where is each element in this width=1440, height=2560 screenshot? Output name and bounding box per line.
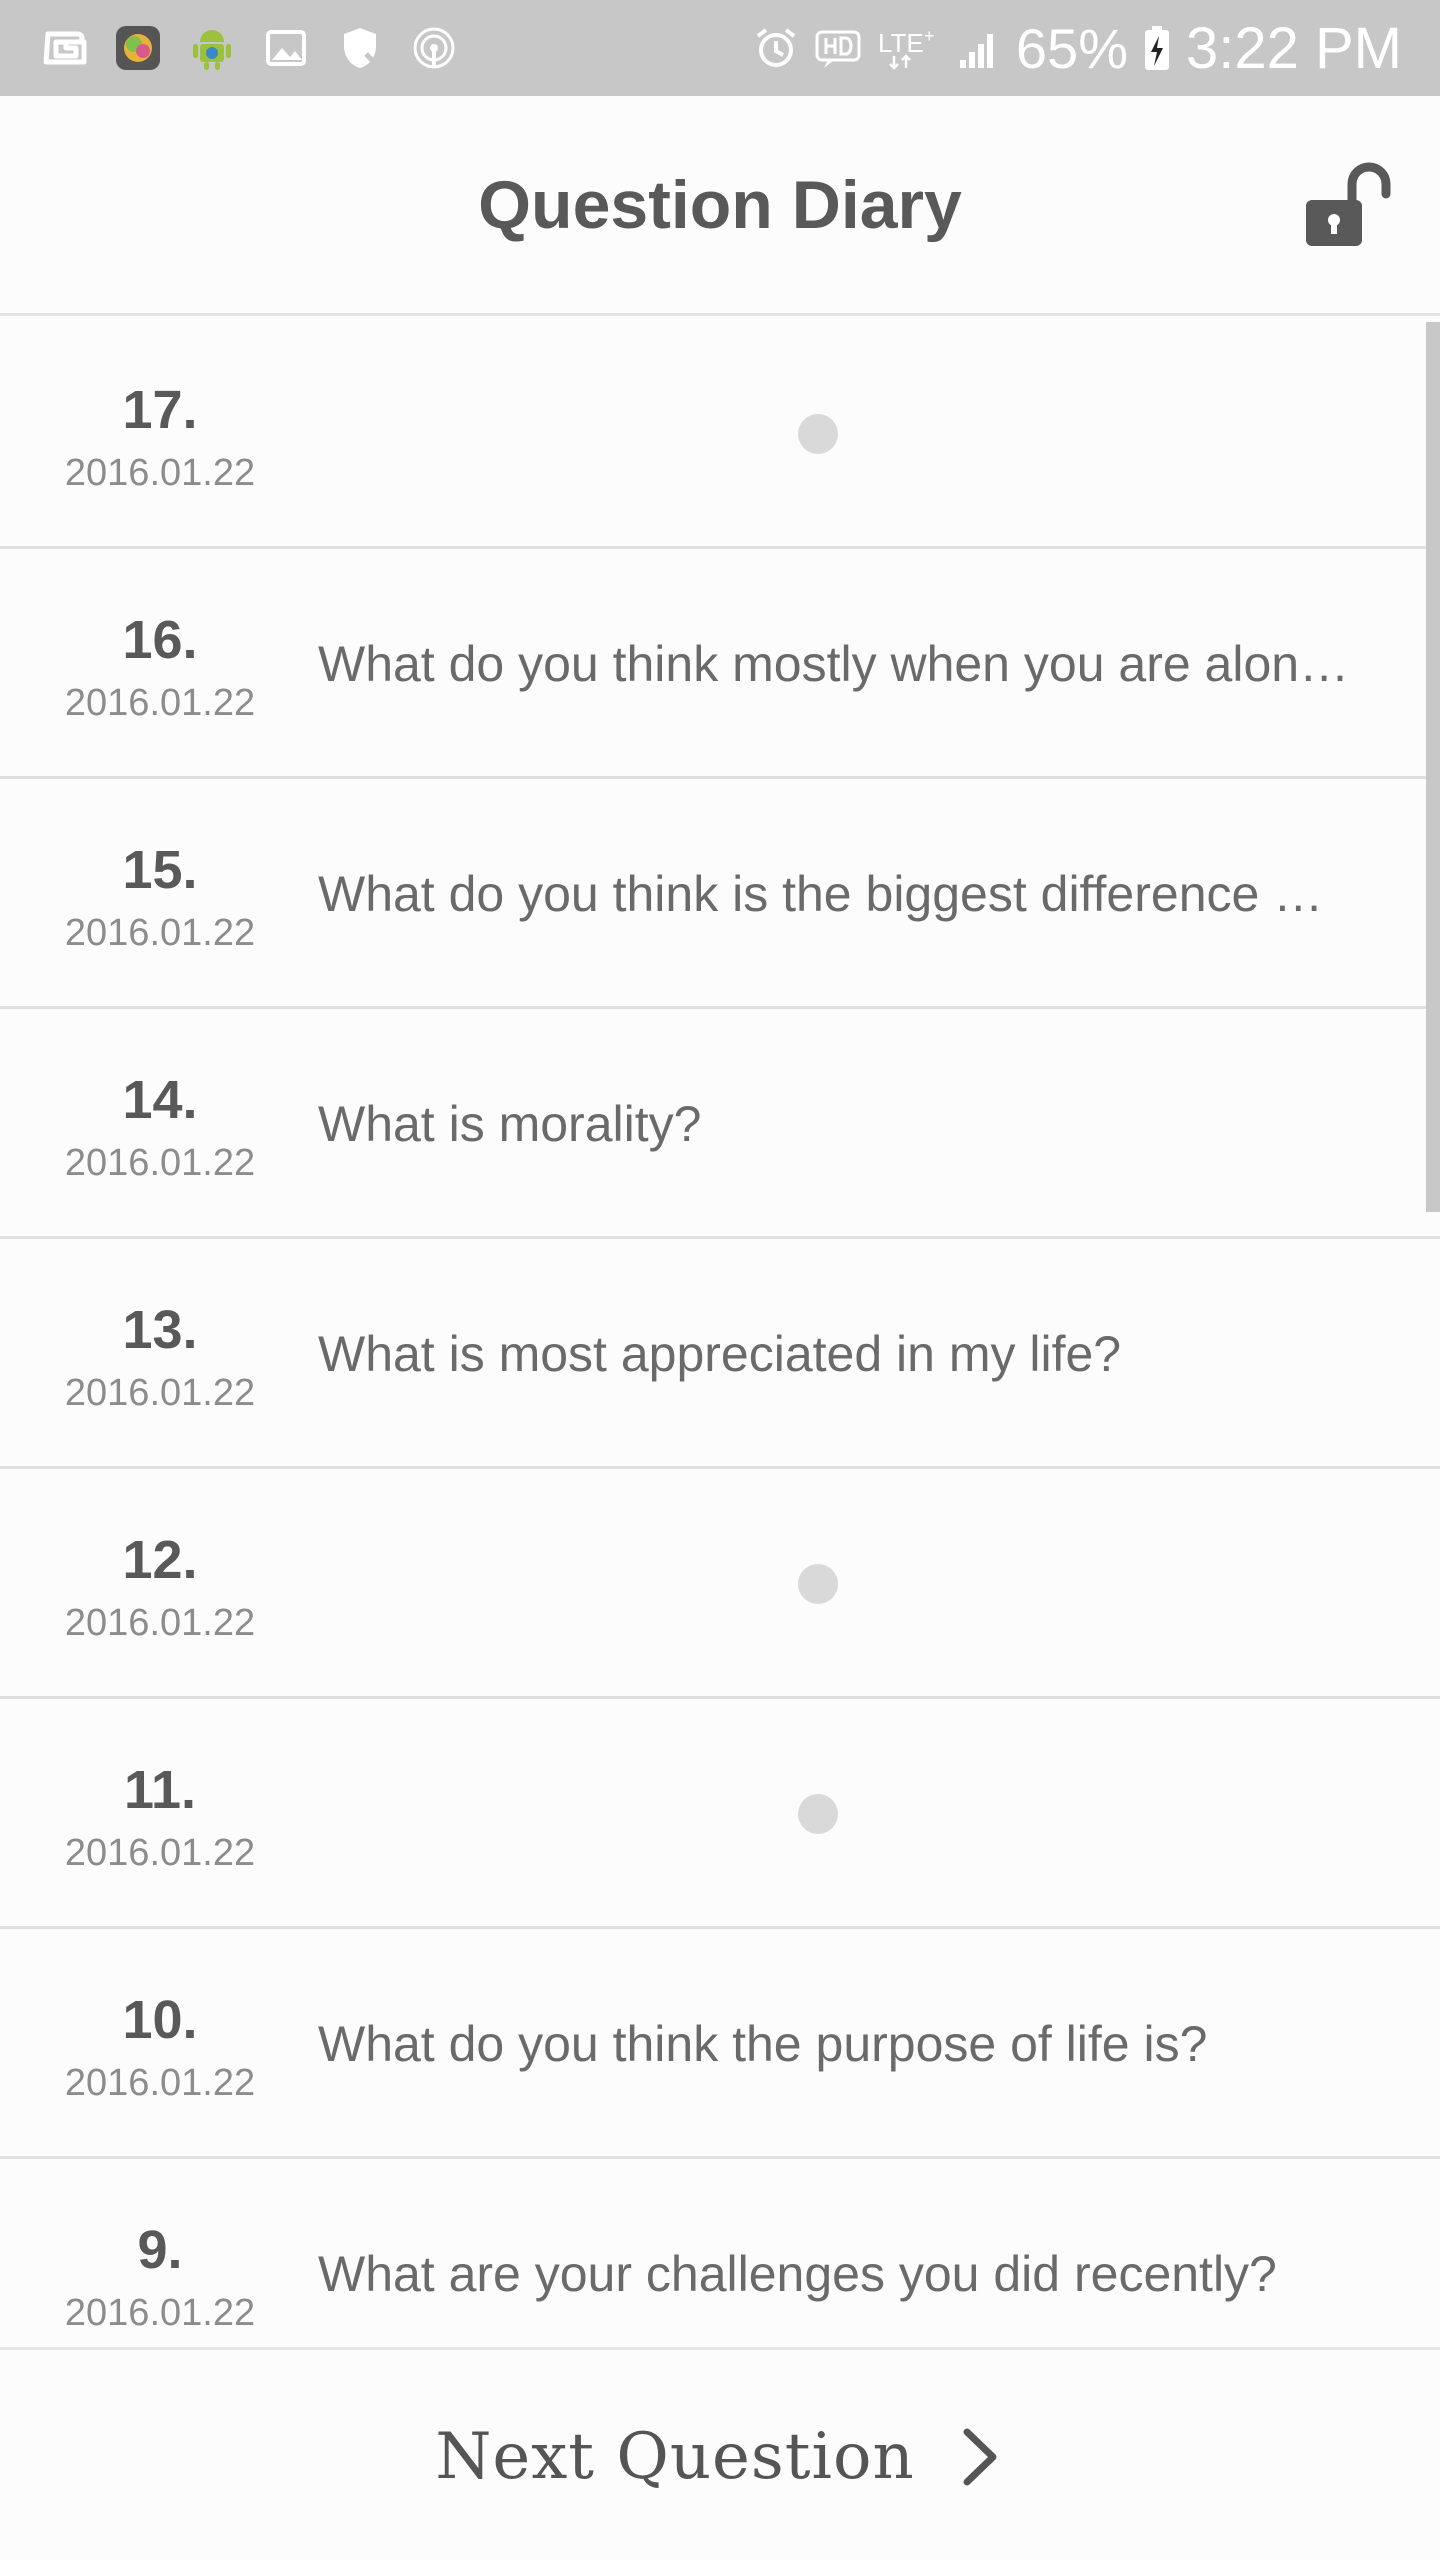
item-date: 2016.01.22 <box>64 682 256 724</box>
item-date: 2016.01.22 <box>64 1142 256 1184</box>
android-debug-icon <box>188 24 236 72</box>
item-number: 10. <box>122 1990 198 2050</box>
svg-text:LTE: LTE <box>878 28 924 58</box>
item-number: 9. <box>137 2220 183 2280</box>
list-item[interactable]: 16. 2016.01.22 What do you think mostly wh… <box>0 549 1440 779</box>
svg-text:+: + <box>924 26 935 46</box>
item-number: 17. <box>122 380 198 440</box>
hotspot-icon <box>410 24 458 72</box>
unanswered-dot-icon <box>798 1794 838 1834</box>
chevron-right-icon <box>955 2422 1005 2492</box>
list-item[interactable]: 14. 2016.01.22 What is morality? <box>0 1009 1440 1239</box>
bottom-bar: Next Question <box>0 2347 1440 2560</box>
list-item[interactable]: 9. 2016.01.22 What are your challenges you… <box>0 2159 1440 2347</box>
item-number: 11. <box>123 1760 197 1820</box>
app-g-icon <box>40 24 88 72</box>
status-bar-notifications <box>40 0 458 96</box>
battery-percent: 65% <box>1015 16 1128 80</box>
item-number: 13. <box>122 1300 198 1360</box>
list-item[interactable]: 10. 2016.01.22 What do you think the purpo… <box>0 1929 1440 2159</box>
item-date: 2016.01.22 <box>64 2062 256 2104</box>
question-list[interactable]: 17. 2016.01.22 16. 2016.01.22 What do you th… <box>0 319 1440 2347</box>
alarm-icon <box>752 24 800 72</box>
lock-toggle-button[interactable] <box>1300 156 1400 256</box>
item-date: 2016.01.22 <box>64 1832 256 1874</box>
item-question: What is most appreciated in my life? <box>318 1326 1122 1382</box>
unlock-icon <box>1306 162 1391 246</box>
hd-voice-icon <box>814 24 862 72</box>
status-time: 3:22 PM <box>1186 15 1402 81</box>
lte-plus-icon: LTE + <box>876 24 940 72</box>
list-item[interactable]: 15. 2016.01.22 What do you think is the bi… <box>0 779 1440 1009</box>
item-question: What is morality? <box>318 1096 702 1152</box>
item-date: 2016.01.22 <box>64 1602 256 1644</box>
item-date: 2016.01.22 <box>64 2292 256 2334</box>
item-number: 14. <box>122 1070 198 1130</box>
next-question-button[interactable]: Next Question <box>0 2350 1440 2560</box>
item-question: What do you think mostly when you are al… <box>318 636 1350 692</box>
app-header: Question Diary <box>0 96 1440 316</box>
list-item[interactable]: 13. 2016.01.22 What is most appreciated in… <box>0 1239 1440 1469</box>
item-question: What do you think is the biggest differe… <box>318 866 1324 922</box>
signal-icon <box>954 24 1002 72</box>
image-icon <box>262 24 310 72</box>
item-question: What are your challenges you did recentl… <box>318 2246 1277 2302</box>
unanswered-dot-icon <box>798 1564 838 1604</box>
app-circle-icon <box>114 24 162 72</box>
item-number: 15. <box>122 840 198 900</box>
item-date: 2016.01.22 <box>64 1372 256 1414</box>
list-scrollbar[interactable] <box>1426 322 1440 1212</box>
item-number: 16. <box>122 610 198 670</box>
list-item[interactable]: 12. 2016.01.22 <box>0 1469 1440 1699</box>
battery-charging-icon <box>1142 24 1172 72</box>
item-number: 12. <box>122 1530 198 1590</box>
list-item[interactable]: 17. 2016.01.22 <box>0 319 1440 549</box>
status-bar: LTE + 65% 3:22 PM <box>0 0 1440 96</box>
item-date: 2016.01.22 <box>64 452 256 494</box>
shield-icon <box>336 24 384 72</box>
app-screen: LTE + 65% 3:22 PM Question Diary 17. 2016.… <box>0 0 1440 2560</box>
status-bar-system: LTE + 65% 3:22 PM <box>752 0 1402 96</box>
unanswered-dot-icon <box>798 414 838 454</box>
page-title: Question Diary <box>478 167 962 243</box>
item-date: 2016.01.22 <box>64 912 256 954</box>
item-question: What do you think the purpose of life is… <box>318 2016 1208 2072</box>
next-question-label: Next Question <box>435 2419 915 2494</box>
list-item[interactable]: 11. 2016.01.22 <box>0 1699 1440 1929</box>
